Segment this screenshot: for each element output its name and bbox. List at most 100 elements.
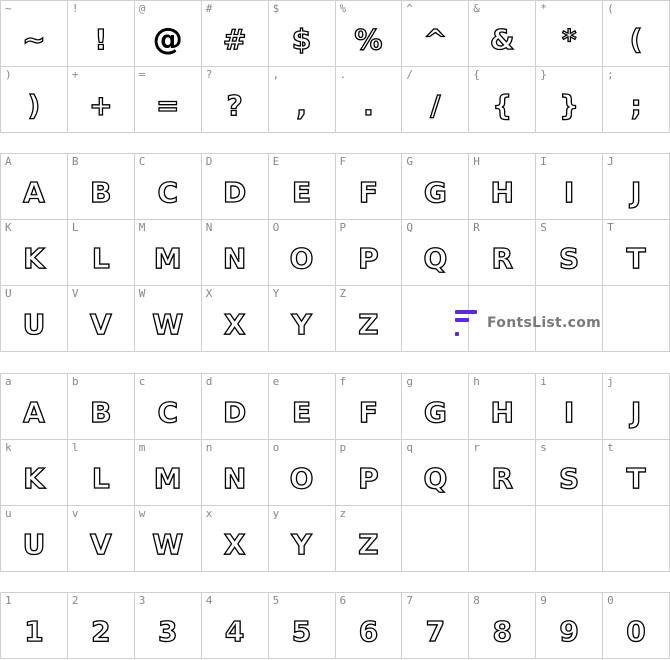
glyph-sample: Q (423, 461, 448, 495)
glyph-key-label: 4 (205, 594, 213, 607)
glyph-cell: rR (469, 440, 537, 506)
glyph-sample: , (296, 88, 308, 122)
glyph-sample: = (155, 88, 180, 122)
glyph-cell: 22 (67, 593, 135, 659)
glyph-key-label: 7 (406, 594, 414, 607)
glyph-sample: D (222, 175, 247, 209)
glyph-key-label: Z (339, 287, 347, 300)
glyph-cell: ;; (603, 67, 670, 133)
glyph-cell: XX (201, 286, 269, 352)
glyph-sample: F (358, 175, 379, 209)
glyph-key-label: m (138, 441, 146, 454)
glyph-cell: xX (201, 506, 269, 572)
glyph-cell (603, 286, 670, 352)
glyph-key-label: R (473, 221, 480, 234)
glyph-sample: } (559, 88, 580, 122)
glyph-key-label: w (138, 507, 146, 520)
glyph-sample (402, 520, 468, 569)
glyph-key-label: % (339, 2, 347, 15)
glyph-key-label: E (272, 155, 280, 168)
glyph-key-label: H (473, 155, 480, 168)
glyph-cell: .. (335, 67, 403, 133)
glyph-key-label: Q (406, 221, 414, 234)
glyph-cell: ,, (268, 67, 336, 133)
glyph-sample: E (291, 395, 312, 429)
glyph-cell: EE (268, 154, 336, 220)
glyph-sample: 6 (358, 614, 379, 648)
glyph-cell: VV (67, 286, 135, 352)
watermark-text: FontsList.com (487, 315, 602, 331)
glyph-cell: 33 (134, 593, 202, 659)
glyph-sample: B (90, 175, 113, 209)
glyph-sample: ~ (22, 22, 47, 56)
glyph-key-label: 2 (71, 594, 79, 607)
glyph-cell: qQ (402, 440, 470, 506)
glyph-key-label: Y (272, 287, 280, 300)
glyph-cell: FF (335, 154, 403, 220)
glyph-sample: ( (629, 22, 643, 56)
glyph-key-label: ? (205, 68, 213, 81)
lowercase-grid: aAbBcCdDeEfFgGhHiIjJkKlLmMnNoOpPqQrRsStT… (0, 373, 670, 572)
glyph-key-label: f (339, 375, 347, 388)
glyph-cell: TT (603, 220, 670, 286)
glyph-key-label: i (540, 375, 547, 388)
glyph-sample: O (289, 241, 314, 275)
glyph-key-label: h (473, 375, 480, 388)
glyph-cell: gG (402, 374, 470, 440)
glyph-cell: sS (536, 440, 604, 506)
glyph-sample: * (561, 22, 577, 56)
glyph-key-label: z (339, 507, 347, 520)
glyph-key-label: # (205, 2, 213, 15)
glyph-cell: 55 (268, 593, 336, 659)
glyph-cell: MM (134, 220, 202, 286)
glyph-key-label: V (71, 287, 79, 300)
glyph-cell: )) (1, 67, 68, 133)
glyph-cell: 77 (402, 593, 470, 659)
glyph-cell: CC (134, 154, 202, 220)
glyph-cell: BB (67, 154, 135, 220)
glyph-cell: mM (134, 440, 202, 506)
glyph-sample: H (490, 395, 515, 429)
glyph-sample: S (558, 461, 580, 495)
glyph-cell: $ $ (268, 1, 336, 67)
glyph-key-label: = (138, 68, 146, 81)
glyph-key-label: ! (71, 2, 79, 15)
glyph-key-label: c (138, 375, 146, 388)
glyph-sample: J (630, 395, 642, 429)
glyph-sample: O (289, 461, 314, 495)
glyph-key-label: ~ (5, 2, 12, 15)
glyph-key-label: 1 (5, 594, 12, 607)
glyph-key-label: o (272, 441, 280, 454)
glyph-key-label: 5 (272, 594, 280, 607)
glyph-key-label: , (272, 68, 280, 81)
glyph-cell: iI (536, 374, 604, 440)
glyph-sample: X (223, 527, 246, 561)
glyph-key-label: * (540, 2, 547, 15)
glyph-sample: P (358, 241, 380, 275)
glyph-cell: OO (268, 220, 336, 286)
glyph-cell: (( (603, 1, 670, 67)
glyph-sample: Z (358, 527, 380, 561)
glyph-sample: 1 (24, 614, 45, 648)
glyph-cell: ZZ (335, 286, 403, 352)
digits-grid: 11223344556677889900 (0, 592, 670, 659)
glyph-sample: / (430, 88, 442, 122)
glyph-cell: !! (67, 1, 135, 67)
glyph-sample: M (153, 461, 182, 495)
glyph-cell: vV (67, 506, 135, 572)
glyph-sample: T (626, 241, 646, 275)
glyph-sample: 4 (224, 614, 245, 648)
glyph-sample: { (492, 88, 513, 122)
glyph-key-label: + (71, 68, 79, 81)
glyph-sample: ? (226, 88, 244, 122)
glyph-key-label: T (607, 221, 614, 234)
glyph-cell: + + (67, 67, 135, 133)
glyph-cell: %% (335, 1, 403, 67)
glyph-sample: L (91, 241, 110, 275)
glyph-cell: dD (201, 374, 269, 440)
glyph-sample: V (89, 307, 112, 341)
glyph-cell: UU (1, 286, 68, 352)
glyph-key-label: N (205, 221, 213, 234)
fontslist-logo: FontsList.com (455, 310, 601, 336)
glyph-cell (469, 506, 537, 572)
